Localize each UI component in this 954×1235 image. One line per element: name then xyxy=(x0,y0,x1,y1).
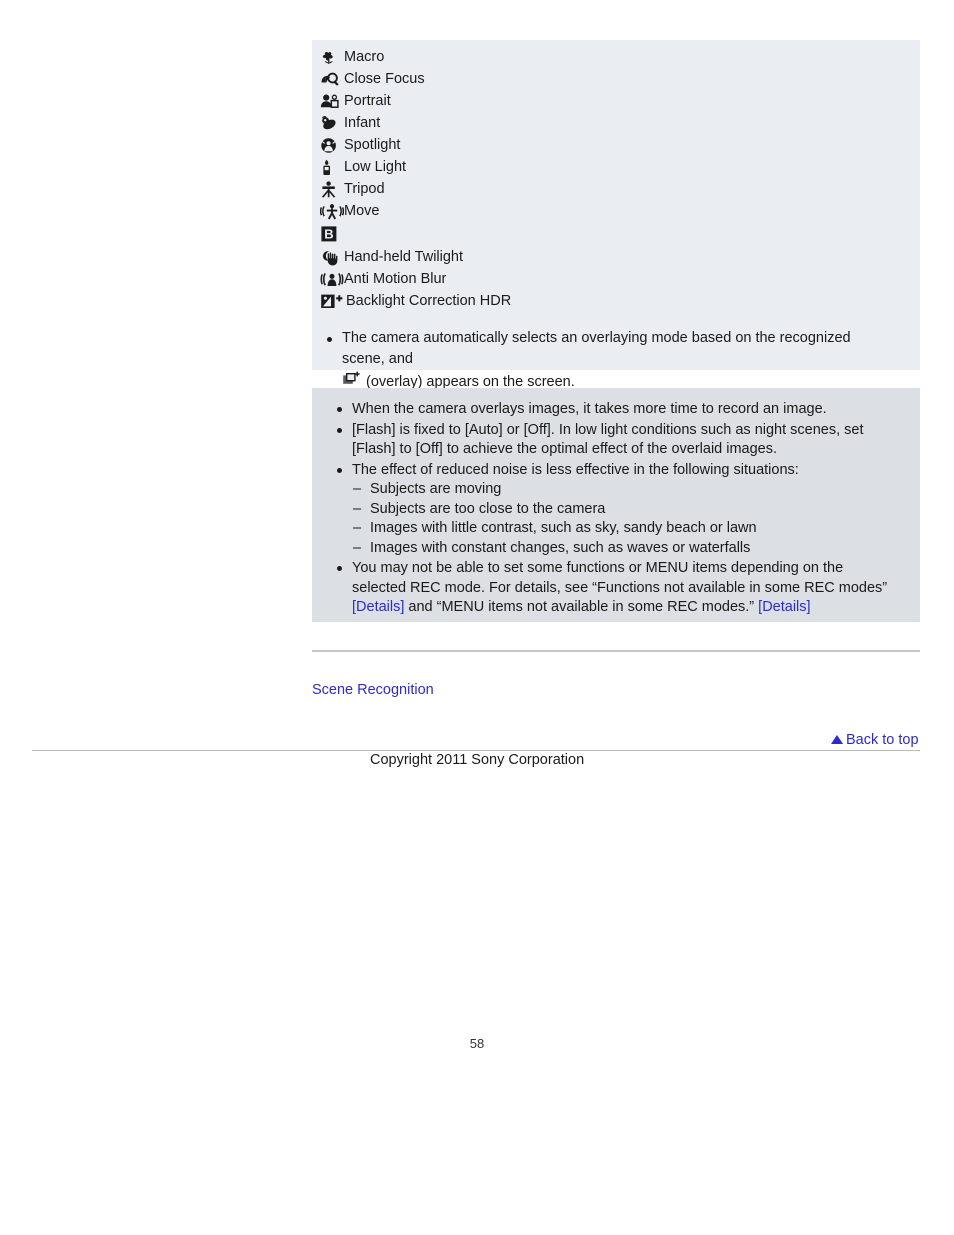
dash-marker: – xyxy=(353,520,362,536)
list-item: Macro xyxy=(312,46,920,68)
back-to-top-label: Back to top xyxy=(846,732,919,748)
list-item: Anti Motion Blur xyxy=(312,268,920,290)
note-text: The effect of reduced noise is less effe… xyxy=(352,461,799,478)
list-item: B xyxy=(312,222,920,246)
note-text: When the camera overlays images, it take… xyxy=(352,401,827,417)
hand-held-twilight-icon xyxy=(320,247,344,267)
note-text-part1: You may not be able to set some function… xyxy=(352,560,888,596)
sub-note-item: – Subjects are moving xyxy=(352,480,900,500)
sub-note-text: Subjects are too close to the camera xyxy=(370,500,606,517)
list-item-label: Low Light xyxy=(344,159,407,175)
portrait-icon xyxy=(320,91,344,111)
move-icon xyxy=(320,201,344,221)
copyright-text: Copyright 2011 Sony Corporation xyxy=(370,752,585,768)
note-item: You may not be able to set some function… xyxy=(334,559,900,618)
svg-text:B: B xyxy=(324,226,333,241)
infant-icon xyxy=(320,113,344,133)
low-light-icon xyxy=(320,157,344,177)
b-mode-icon: B xyxy=(320,224,344,244)
backlight-correction-hdr-icon xyxy=(320,291,346,311)
sub-notes-list: – Subjects are moving – Subjects are too… xyxy=(352,480,900,558)
sub-note-text: Images with little contrast, such as sky… xyxy=(370,520,757,536)
back-to-top-link[interactable]: Back to top xyxy=(831,732,919,748)
note-item: [Flash] is fixed to [Auto] or [Off]. In … xyxy=(334,421,900,460)
bullet-dot xyxy=(327,337,332,342)
list-item-label: Infant xyxy=(344,115,381,131)
sub-note-item: – Images with little contrast, such as s… xyxy=(352,519,900,539)
list-item: Close Focus xyxy=(312,68,920,90)
sub-note-item: – Subjects are too close to the camera xyxy=(352,500,900,520)
footer-divider xyxy=(32,750,920,751)
bullet-dot xyxy=(337,566,342,571)
list-item: Portrait xyxy=(312,90,920,112)
list-item: Spotlight xyxy=(312,134,920,156)
bullet-dot xyxy=(337,407,342,412)
list-item-label: Portrait xyxy=(344,93,391,109)
note-text-part2: and “MENU items not available in some RE… xyxy=(404,599,759,615)
page-number: 58 xyxy=(469,1036,485,1051)
details-link-menu-items[interactable]: [Details] xyxy=(758,599,810,615)
list-item-label: Hand-held Twilight xyxy=(344,249,464,265)
list-item: Infant xyxy=(312,112,920,134)
list-item: Tripod xyxy=(312,178,920,200)
overlay-note-line1: The camera automatically selects an over… xyxy=(342,330,851,367)
overlay-note: The camera automatically selects an over… xyxy=(312,328,920,395)
sub-note-item: – Images with constant changes, such as … xyxy=(352,539,900,559)
sub-note-text: Images with constant changes, such as wa… xyxy=(370,539,751,556)
dash-marker: – xyxy=(353,481,362,497)
dash-marker: – xyxy=(353,539,362,556)
spotlight-icon xyxy=(320,135,344,155)
note-text: [Flash] is fixed to [Auto] or [Off]. In … xyxy=(352,421,864,458)
triangle-up-icon xyxy=(831,735,843,744)
list-item: Backlight Correction HDR xyxy=(312,290,920,312)
close-focus-icon xyxy=(320,69,344,89)
bullet-dot xyxy=(337,427,342,433)
dash-marker: – xyxy=(353,500,362,517)
list-item-label: Close Focus xyxy=(344,71,425,87)
list-item-label: Tripod xyxy=(344,181,385,197)
notes-panel: When the camera overlays images, it take… xyxy=(312,388,920,622)
bullet-dot xyxy=(337,467,342,473)
note-item: The effect of reduced noise is less effe… xyxy=(334,461,900,559)
list-item-label: Anti Motion Blur xyxy=(344,271,447,287)
macro-icon xyxy=(320,47,344,67)
list-item-label: Spotlight xyxy=(344,137,401,153)
list-item-label: Backlight Correction HDR xyxy=(346,293,512,309)
section-divider xyxy=(312,650,920,652)
note-item: When the camera overlays images, it take… xyxy=(334,400,900,420)
list-item: Hand-held Twilight xyxy=(312,246,920,268)
anti-motion-blur-icon xyxy=(320,269,344,289)
list-item-label: Move xyxy=(344,203,380,219)
notes-list: When the camera overlays images, it take… xyxy=(334,400,900,618)
tripod-icon xyxy=(320,179,344,199)
sub-note-text: Subjects are moving xyxy=(370,481,502,497)
list-item: Low Light xyxy=(312,156,920,178)
details-link-functions[interactable]: [Details] xyxy=(352,599,404,615)
scene-recognition-link[interactable]: Scene Recognition xyxy=(312,682,434,698)
list-item: Move xyxy=(312,200,920,222)
list-item-label: Macro xyxy=(344,49,385,65)
scene-mode-icon-panel: Macro Close Focus Portrait Infant Spotli… xyxy=(312,40,920,390)
